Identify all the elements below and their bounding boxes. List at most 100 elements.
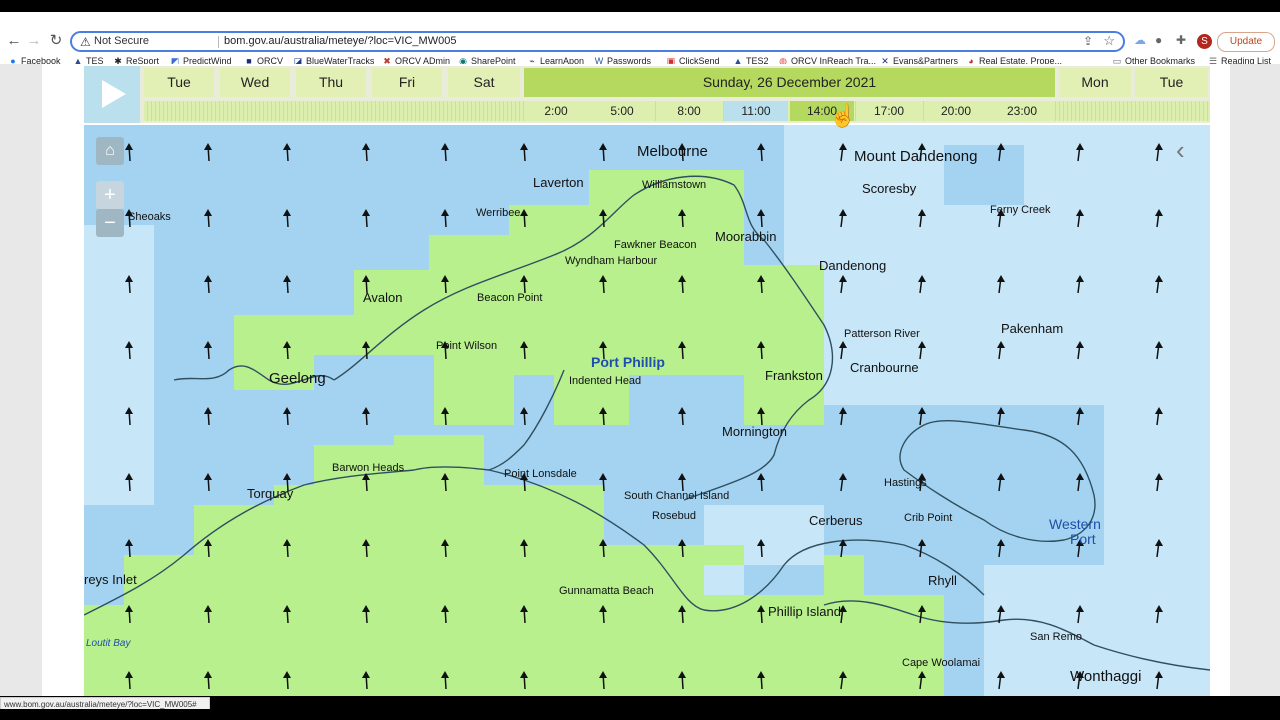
play-icon bbox=[102, 80, 126, 108]
hour-slot[interactable]: 17:00 bbox=[857, 101, 921, 121]
place-label: South Channel Island bbox=[624, 490, 730, 502]
forward-icon[interactable]: → bbox=[25, 31, 43, 51]
wind-arrow bbox=[757, 473, 765, 492]
place-label: Wonthaggi bbox=[1070, 668, 1142, 685]
place-label: Melbourne bbox=[637, 143, 708, 160]
forecast-map[interactable]: ⌂ + − ‹ Melbourne Mount Dandenong Lavert… bbox=[84, 125, 1210, 696]
place-label: reys Inlet bbox=[84, 572, 137, 587]
chevron-left-icon[interactable]: ‹ bbox=[1176, 135, 1185, 166]
zoom-out-button[interactable]: − bbox=[96, 209, 124, 237]
place-label: Mornington bbox=[722, 424, 788, 439]
place-label: Ferny Creek bbox=[990, 204, 1051, 216]
wind-arrow bbox=[125, 539, 133, 558]
browser-chrome: ← → ↻ ⚠ Not Secure bom.gov.au/australia/… bbox=[0, 12, 1280, 66]
reload-icon[interactable]: ↻ bbox=[47, 31, 65, 51]
wind-arrow bbox=[204, 341, 212, 360]
grid-cell bbox=[84, 225, 154, 505]
place-label: Cerberus bbox=[809, 513, 863, 528]
back-icon[interactable]: ← bbox=[5, 31, 23, 51]
top-black-bar bbox=[0, 0, 1280, 12]
place-label: Indented Head bbox=[569, 375, 642, 387]
minus-icon: − bbox=[104, 212, 116, 234]
place-label: Phillip Island bbox=[768, 604, 841, 619]
cloud-extension-icon[interactable]: ☁ bbox=[1134, 33, 1146, 47]
puzzle-icon[interactable]: ✚ bbox=[1176, 33, 1186, 47]
hour-slot[interactable]: 8:00 bbox=[657, 101, 721, 121]
day-tab[interactable]: Tue bbox=[1135, 68, 1208, 97]
update-button[interactable]: Update bbox=[1217, 32, 1275, 52]
day-tab[interactable]: Fri bbox=[372, 68, 442, 97]
place-label: Wyndham Harbour bbox=[565, 255, 658, 267]
wind-arrow bbox=[441, 143, 449, 162]
place-label: Crib Point bbox=[904, 512, 953, 524]
hour-slot[interactable]: 23:00 bbox=[990, 101, 1054, 121]
hour-slot[interactable]: 2:00 bbox=[524, 101, 588, 121]
wind-arrow bbox=[520, 407, 528, 426]
place-label: Rosebud bbox=[652, 510, 697, 522]
warning-icon: ⚠ bbox=[80, 35, 91, 49]
place-label: Gunnamatta Beach bbox=[559, 585, 654, 597]
security-label: Not Secure bbox=[94, 35, 150, 47]
wind-arrow bbox=[125, 143, 133, 162]
wind-arrow bbox=[362, 209, 370, 228]
wind-arrow bbox=[283, 407, 291, 426]
place-label: Barwon Heads bbox=[332, 462, 405, 474]
place-label: Frankston bbox=[765, 368, 823, 383]
place-label: Loutit Bay bbox=[86, 638, 131, 649]
wind-arrow bbox=[362, 143, 370, 162]
zoom-in-button[interactable]: + bbox=[96, 181, 124, 209]
wind-arrow bbox=[757, 143, 765, 162]
place-label: Avalon bbox=[363, 290, 403, 305]
wind-arrow bbox=[520, 143, 528, 162]
hour-slot[interactable]: 20:00 bbox=[924, 101, 988, 121]
place-label: Port bbox=[1070, 531, 1096, 547]
grid-cell bbox=[704, 565, 744, 595]
bookmark-star-icon[interactable]: ☆ bbox=[1103, 33, 1115, 49]
play-button[interactable] bbox=[84, 66, 140, 123]
extension-icon[interactable]: ● bbox=[1155, 33, 1162, 47]
wind-arrow bbox=[757, 209, 765, 228]
day-tab-active[interactable]: Sunday, 26 December 2021 bbox=[524, 68, 1055, 97]
place-label: Western bbox=[1049, 516, 1101, 532]
place-label: Point Wilson bbox=[436, 340, 498, 352]
day-tab[interactable]: Tue bbox=[144, 68, 214, 97]
wind-arrow bbox=[678, 473, 686, 492]
australia-view-button[interactable]: ⌂ bbox=[96, 137, 124, 165]
place-label: Patterson River bbox=[844, 328, 920, 340]
wind-arrow bbox=[839, 473, 847, 492]
share-icon[interactable]: ⇪ bbox=[1083, 34, 1093, 48]
place-label: Rhyll bbox=[928, 573, 957, 588]
wind-arrow bbox=[839, 407, 847, 426]
wind-arrow bbox=[283, 275, 291, 294]
plus-icon: + bbox=[104, 184, 116, 206]
profile-avatar[interactable]: S bbox=[1197, 34, 1212, 49]
place-label: Port Phillip bbox=[591, 354, 665, 370]
mouse-pointer-icon: ☝ bbox=[829, 103, 857, 128]
wind-arrow bbox=[204, 473, 212, 492]
wind-arrow bbox=[204, 407, 212, 426]
wind-arrow bbox=[204, 275, 212, 294]
hour-slot-selected[interactable]: 11:00 bbox=[724, 101, 788, 121]
wind-arrow bbox=[283, 143, 291, 162]
place-label: Scoresby bbox=[862, 181, 917, 196]
wind-arrow bbox=[283, 209, 291, 228]
place-label: Cape Woolamai bbox=[902, 657, 981, 669]
day-tab[interactable]: Sat bbox=[448, 68, 520, 97]
day-tab[interactable]: Mon bbox=[1059, 68, 1131, 97]
place-label: Sheoaks bbox=[128, 211, 171, 223]
hour-slot[interactable]: 5:00 bbox=[590, 101, 654, 121]
place-label: Hastings bbox=[884, 477, 927, 489]
bottom-black-bar bbox=[0, 709, 1280, 720]
place-label: Geelong bbox=[269, 370, 326, 387]
forecast-timeline: Tue Wed Thu Fri Sat Sunday, 26 December … bbox=[84, 66, 1210, 123]
url-text[interactable]: bom.gov.au/australia/meteye/?loc=VIC_MW0… bbox=[224, 35, 456, 47]
wind-arrow bbox=[599, 143, 607, 162]
place-label: Laverton bbox=[533, 175, 584, 190]
wind-arrow bbox=[441, 209, 449, 228]
wind-arrow bbox=[678, 407, 686, 426]
day-tab[interactable]: Wed bbox=[220, 68, 290, 97]
day-tab[interactable]: Thu bbox=[296, 68, 366, 97]
place-label: Dandenong bbox=[819, 258, 887, 273]
place-label: Pakenham bbox=[1001, 321, 1064, 336]
address-bar[interactable]: ⚠ Not Secure bom.gov.au/australia/meteye… bbox=[70, 31, 1125, 52]
